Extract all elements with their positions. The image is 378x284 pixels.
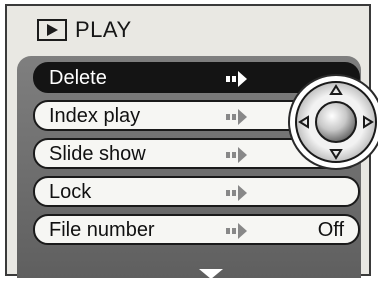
arrow-right-icon [222,184,252,208]
arrow-right-icon [222,108,252,132]
menu-item-label: Slide show [49,143,146,165]
arrow-right-icon [222,146,252,170]
arrow-right-icon [222,70,252,94]
menu-item-value: Off [317,219,344,241]
menu-item-lock[interactable]: Lock [33,176,360,207]
menu-header: PLAY [7,6,369,54]
play-icon [37,19,67,41]
menu-item-label: Lock [49,181,92,203]
arrow-right-icon [222,222,252,246]
menu-item-label: Index play [49,105,141,127]
menu-title: PLAY [75,17,132,42]
menu-item-label: File number [49,219,155,241]
four-way-controller-icon [280,72,378,172]
menu-item-file-number[interactable]: File number Off [33,214,360,245]
scroll-down-icon[interactable] [199,266,223,284]
menu-item-label: Delete [49,67,107,89]
